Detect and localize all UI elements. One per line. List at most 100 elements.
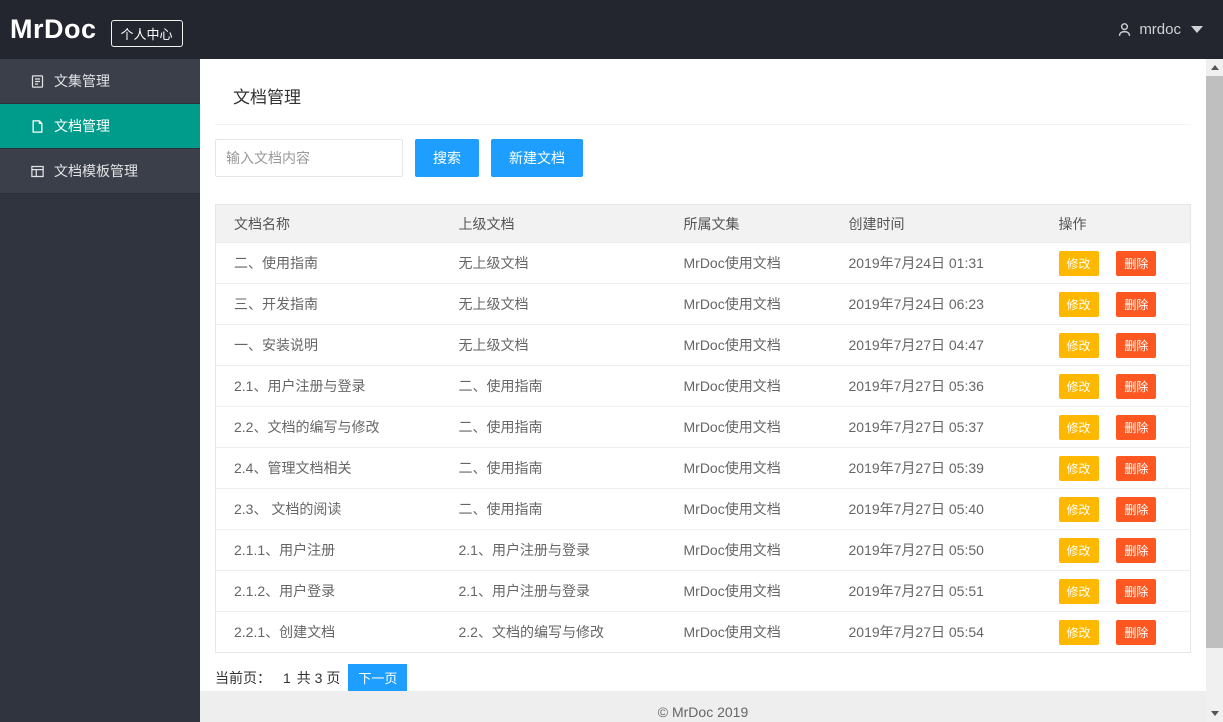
scroll-down-button[interactable] bbox=[1206, 705, 1223, 722]
app-logo: MrDoc bbox=[10, 14, 97, 44]
cell-actions: 修改 删除 bbox=[1040, 447, 1191, 489]
cell-doc-name: 2.3、 文档的阅读 bbox=[215, 488, 441, 530]
delete-button[interactable]: 删除 bbox=[1116, 332, 1157, 358]
cell-parent-doc: 2.2、文档的编写与修改 bbox=[440, 611, 666, 653]
search-toolbar: 搜索 新建文档 bbox=[215, 125, 1191, 177]
next-page-button[interactable]: 下一页 bbox=[348, 664, 408, 691]
delete-button[interactable]: 删除 bbox=[1116, 373, 1157, 399]
cell-created: 2019年7月27日 05:37 bbox=[830, 406, 1041, 448]
edit-button[interactable]: 修改 bbox=[1058, 578, 1099, 604]
delete-button[interactable]: 删除 bbox=[1116, 414, 1157, 440]
edit-button[interactable]: 修改 bbox=[1058, 414, 1099, 440]
cell-parent-doc: 二、使用指南 bbox=[440, 447, 666, 489]
cell-collection: MrDoc使用文档 bbox=[665, 365, 831, 407]
cell-created: 2019年7月27日 05:54 bbox=[830, 611, 1041, 653]
scroll-up-icon bbox=[1210, 65, 1219, 70]
edit-button[interactable]: 修改 bbox=[1058, 537, 1099, 563]
table-row: 二、使用指南 无上级文档 MrDoc使用文档 2019年7月24日 01:31 … bbox=[215, 242, 1191, 284]
table-row: 2.3、 文档的阅读 二、使用指南 MrDoc使用文档 2019年7月27日 0… bbox=[215, 488, 1191, 530]
scroll-up-button[interactable] bbox=[1206, 59, 1223, 76]
cell-collection: MrDoc使用文档 bbox=[665, 324, 831, 366]
sidebar-item-label: 文集管理 bbox=[54, 73, 110, 89]
cell-collection: MrDoc使用文档 bbox=[665, 529, 831, 571]
edit-button[interactable]: 修改 bbox=[1058, 619, 1099, 645]
new-document-button[interactable]: 新建文档 bbox=[491, 139, 583, 177]
sidebar-item-collections[interactable]: 文集管理 bbox=[0, 59, 200, 104]
cell-doc-name: 2.1.1、用户注册 bbox=[215, 529, 441, 571]
current-page-number: 1 bbox=[283, 669, 291, 686]
sidebar-item-templates[interactable]: 文档模板管理 bbox=[0, 149, 200, 194]
edit-button[interactable]: 修改 bbox=[1058, 455, 1099, 481]
cell-doc-name: 2.4、管理文档相关 bbox=[215, 447, 441, 489]
delete-button[interactable]: 删除 bbox=[1116, 619, 1157, 645]
header-parent-doc: 上级文档 bbox=[440, 204, 666, 243]
chevron-down-icon bbox=[1191, 26, 1203, 33]
cell-collection: MrDoc使用文档 bbox=[665, 447, 831, 489]
cell-parent-doc: 无上级文档 bbox=[440, 324, 666, 366]
cell-actions: 修改 删除 bbox=[1040, 242, 1191, 284]
cell-actions: 修改 删除 bbox=[1040, 611, 1191, 653]
sidebar-item-documents[interactable]: 文档管理 bbox=[0, 104, 200, 149]
page-title: 文档管理 bbox=[215, 59, 1191, 125]
edit-button[interactable]: 修改 bbox=[1058, 250, 1099, 276]
cell-doc-name: 2.2.1、创建文档 bbox=[215, 611, 441, 653]
delete-button[interactable]: 删除 bbox=[1116, 455, 1157, 481]
cell-parent-doc: 二、使用指南 bbox=[440, 488, 666, 530]
delete-button[interactable]: 删除 bbox=[1116, 496, 1157, 522]
header-actions: 操作 bbox=[1040, 204, 1191, 243]
username-label: mrdoc bbox=[1139, 21, 1181, 38]
edit-button[interactable]: 修改 bbox=[1058, 291, 1099, 317]
personal-center-badge[interactable]: 个人中心 bbox=[110, 20, 183, 47]
cell-parent-doc: 二、使用指南 bbox=[440, 406, 666, 448]
cell-doc-name: 三、开发指南 bbox=[215, 283, 441, 325]
sidebar-item-label: 文档模板管理 bbox=[54, 163, 138, 179]
search-input[interactable] bbox=[215, 139, 403, 177]
sidebar-item-label: 文档管理 bbox=[54, 118, 110, 134]
cell-actions: 修改 删除 bbox=[1040, 324, 1191, 366]
scrollbar-thumb[interactable] bbox=[1206, 76, 1223, 648]
main-content: 文档管理 搜索 新建文档 文档名称 上级文档 所属文集 创建时间 操作 bbox=[200, 59, 1206, 722]
delete-button[interactable]: 删除 bbox=[1116, 250, 1157, 276]
cell-doc-name: 2.1.2、用户登录 bbox=[215, 570, 441, 612]
header-created: 创建时间 bbox=[830, 204, 1041, 243]
cell-doc-name: 二、使用指南 bbox=[215, 242, 441, 284]
delete-button[interactable]: 删除 bbox=[1116, 537, 1157, 563]
cell-parent-doc: 无上级文档 bbox=[440, 242, 666, 284]
delete-button[interactable]: 删除 bbox=[1116, 578, 1157, 604]
header-doc-name: 文档名称 bbox=[215, 204, 441, 243]
document-icon bbox=[30, 119, 45, 134]
table-row: 2.2.1、创建文档 2.2、文档的编写与修改 MrDoc使用文档 2019年7… bbox=[215, 611, 1191, 653]
table-row: 2.1.2、用户登录 2.1、用户注册与登录 MrDoc使用文档 2019年7月… bbox=[215, 570, 1191, 612]
table-row: 2.1、用户注册与登录 二、使用指南 MrDoc使用文档 2019年7月27日 … bbox=[215, 365, 1191, 407]
pagination: 当前页： 1 共 3 页 下一页 bbox=[215, 664, 1191, 691]
scroll-down-icon bbox=[1210, 711, 1219, 716]
sidebar: 文集管理 文档管理 文档模板管理 bbox=[0, 59, 200, 722]
cell-collection: MrDoc使用文档 bbox=[665, 283, 831, 325]
cell-created: 2019年7月27日 05:39 bbox=[830, 447, 1041, 489]
user-menu[interactable]: mrdoc bbox=[1116, 21, 1203, 38]
documents-table: 文档名称 上级文档 所属文集 创建时间 操作 二、使用指南 无上级文档 MrDo… bbox=[215, 204, 1191, 653]
cell-collection: MrDoc使用文档 bbox=[665, 242, 831, 284]
table-row: 2.1.1、用户注册 2.1、用户注册与登录 MrDoc使用文档 2019年7月… bbox=[215, 529, 1191, 571]
header-collection: 所属文集 bbox=[665, 204, 831, 243]
cell-created: 2019年7月27日 05:40 bbox=[830, 488, 1041, 530]
collection-icon bbox=[30, 74, 45, 89]
cell-created: 2019年7月27日 04:47 bbox=[830, 324, 1041, 366]
cell-created: 2019年7月24日 01:31 bbox=[830, 242, 1041, 284]
table-row: 一、安装说明 无上级文档 MrDoc使用文档 2019年7月27日 04:47 … bbox=[215, 324, 1191, 366]
top-navbar: MrDoc 个人中心 mrdoc bbox=[0, 0, 1223, 59]
cell-doc-name: 2.1、用户注册与登录 bbox=[215, 365, 441, 407]
cell-collection: MrDoc使用文档 bbox=[665, 488, 831, 530]
edit-button[interactable]: 修改 bbox=[1058, 496, 1099, 522]
delete-button[interactable]: 删除 bbox=[1116, 291, 1157, 317]
search-button[interactable]: 搜索 bbox=[415, 139, 479, 177]
vertical-scrollbar[interactable] bbox=[1206, 59, 1223, 722]
cell-actions: 修改 删除 bbox=[1040, 406, 1191, 448]
edit-button[interactable]: 修改 bbox=[1058, 332, 1099, 358]
edit-button[interactable]: 修改 bbox=[1058, 373, 1099, 399]
current-page-label: 当前页： bbox=[215, 669, 271, 686]
table-row: 2.2、文档的编写与修改 二、使用指南 MrDoc使用文档 2019年7月27日… bbox=[215, 406, 1191, 448]
cell-doc-name: 2.2、文档的编写与修改 bbox=[215, 406, 441, 448]
cell-parent-doc: 2.1、用户注册与登录 bbox=[440, 529, 666, 571]
cell-doc-name: 一、安装说明 bbox=[215, 324, 441, 366]
